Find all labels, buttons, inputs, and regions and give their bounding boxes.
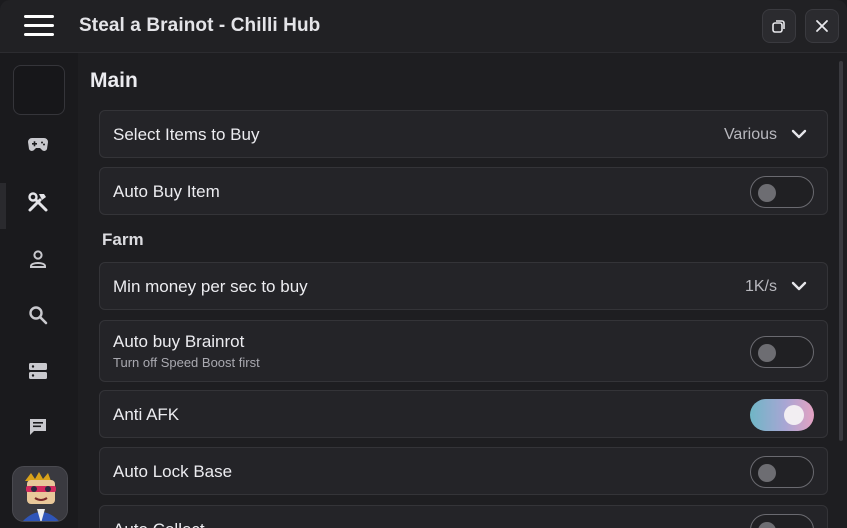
sidebar bbox=[0, 53, 78, 528]
toggle-knob bbox=[784, 405, 804, 425]
scrollbar[interactable] bbox=[839, 61, 843, 441]
anti-afk-toggle[interactable] bbox=[750, 399, 814, 431]
farm-section-title: Farm bbox=[102, 230, 144, 249]
toggle-knob bbox=[758, 522, 776, 528]
restore-icon bbox=[772, 20, 785, 33]
dropdown-value: Various bbox=[723, 126, 777, 143]
auto-buy-item-toggle[interactable] bbox=[750, 176, 814, 208]
server-icon[interactable] bbox=[26, 359, 50, 383]
auto-buy-brainrot-row: Auto buy Brainrot Turn off Speed Boost f… bbox=[99, 320, 828, 382]
auto-buy-brainrot-toggle[interactable] bbox=[750, 336, 814, 368]
restore-button[interactable] bbox=[762, 9, 796, 43]
min-money-dropdown[interactable]: Min money per sec to buy 1K/s bbox=[99, 262, 828, 310]
toggle-label: Auto Lock Base bbox=[113, 462, 233, 481]
auto-lock-base-row: Auto Lock Base bbox=[99, 447, 828, 495]
auto-lock-base-toggle[interactable] bbox=[750, 456, 814, 488]
user-icon[interactable] bbox=[26, 247, 50, 271]
close-button[interactable] bbox=[805, 9, 839, 43]
close-icon bbox=[816, 20, 828, 32]
toggle-label: Auto Collect bbox=[113, 520, 205, 528]
hub-window: Steal a Brainot - Chilli Hub Main Select… bbox=[0, 0, 847, 528]
tools-icon[interactable] bbox=[26, 190, 50, 214]
dropdown-value: 1K/s bbox=[744, 278, 777, 295]
toggle-label: Auto Buy Item bbox=[113, 182, 220, 201]
section-title: Main bbox=[90, 69, 138, 92]
toggle-knob bbox=[758, 464, 776, 482]
auto-collect-toggle[interactable] bbox=[750, 514, 814, 528]
gamepad-icon[interactable] bbox=[26, 133, 50, 157]
auto-collect-row: Auto Collect bbox=[99, 505, 828, 528]
avatar[interactable] bbox=[12, 466, 68, 522]
toggle-label: Auto buy Brainrot bbox=[113, 332, 245, 351]
title-bar: Steal a Brainot - Chilli Hub bbox=[0, 0, 847, 53]
select-items-dropdown[interactable]: Select Items to Buy Various bbox=[99, 110, 828, 158]
main-panel: Main Select Items to Buy Various Auto Bu… bbox=[78, 53, 847, 528]
hamburger-menu-icon[interactable] bbox=[24, 15, 54, 37]
sidebar-logo bbox=[13, 65, 65, 115]
toggle-knob bbox=[758, 184, 776, 202]
chevron-down-icon bbox=[791, 281, 807, 291]
chat-icon[interactable] bbox=[26, 415, 50, 439]
chevron-down-icon bbox=[791, 129, 807, 139]
toggle-knob bbox=[758, 344, 776, 362]
dropdown-label: Min money per sec to buy bbox=[113, 277, 308, 296]
toggle-label: Anti AFK bbox=[113, 405, 180, 424]
dropdown-label: Select Items to Buy bbox=[113, 125, 260, 144]
toggle-description: Turn off Speed Boost first bbox=[113, 355, 260, 370]
search-icon[interactable] bbox=[26, 303, 50, 327]
window-title: Steal a Brainot - Chilli Hub bbox=[79, 15, 321, 36]
auto-buy-item-row: Auto Buy Item bbox=[99, 167, 828, 215]
anti-afk-row: Anti AFK bbox=[99, 390, 828, 438]
sidebar-active-indicator bbox=[0, 183, 6, 229]
